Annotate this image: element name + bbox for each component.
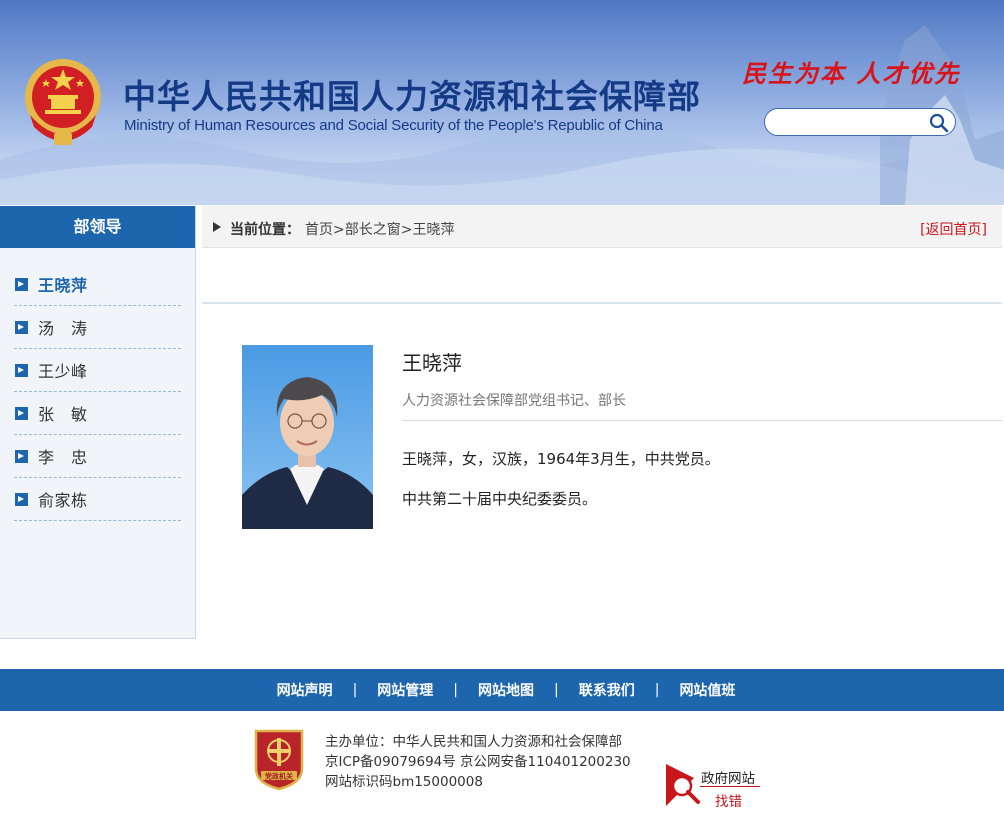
arrow-right-icon — [15, 277, 28, 291]
national-emblem-icon — [25, 59, 101, 145]
breadcrumb-current: 王晓萍 — [412, 222, 455, 238]
footer-nav-separator: | — [352, 682, 358, 698]
footer-link-duty[interactable]: 网站值班 — [679, 680, 735, 700]
sidebar-item-zhang-min[interactable]: 张 敏 — [14, 392, 181, 435]
breadcrumb-path: 首页>部长之窗>王晓萍 — [305, 219, 454, 239]
arrow-right-icon — [15, 406, 28, 420]
sidebar-item-label: 汤 涛 — [38, 319, 88, 338]
arrow-right-icon — [15, 492, 28, 506]
breadcrumb-home-link[interactable]: 首页 — [305, 222, 333, 238]
back-home-link[interactable]: [返回首页] — [920, 219, 987, 239]
sidebar-item-label: 王晓萍 — [38, 276, 88, 295]
sidebar-item-label: 李 忠 — [38, 448, 88, 467]
gov-badge-divider — [700, 786, 760, 787]
sidebar-item-li-zhong[interactable]: 李 忠 — [14, 435, 181, 478]
arrow-right-icon — [15, 449, 28, 463]
arrow-right-icon — [15, 363, 28, 377]
footer-link-statement[interactable]: 网站声明 — [277, 680, 333, 700]
sidebar-item-label: 张 敏 — [38, 405, 88, 424]
gov-site-error-badge[interactable]: 政府网站 找错 — [664, 762, 764, 810]
sidebar-item-wang-shaofeng[interactable]: 王少峰 — [14, 349, 181, 392]
search-box — [764, 108, 956, 136]
footer-nav-separator: | — [654, 682, 660, 698]
gov-site-error-icon — [666, 764, 700, 806]
breadcrumb-label: 当前位置： — [230, 222, 300, 238]
content-divider — [202, 302, 1002, 304]
gov-badge-line1: 政府网站 — [701, 771, 755, 787]
profile-bio-line: 王晓萍，女，汉族，1964年3月生，中共党员。 — [402, 450, 720, 468]
party-government-badge-icon[interactable]: 党政机关 — [252, 727, 306, 791]
breadcrumb: 当前位置： 首页>部长之窗>王晓萍 [返回首页] — [202, 206, 1002, 248]
sidebar-item-label: 王少峰 — [38, 362, 88, 381]
profile-photo — [242, 345, 373, 529]
site-title-cn: 中华人民共和国人力资源和社会保障部 — [123, 77, 701, 116]
profile-name: 王晓萍 — [402, 351, 462, 375]
arrow-right-icon — [15, 320, 28, 334]
footer-nav: 网站声明 | 网站管理 | 网站地图 | 联系我们 | 网站值班 — [0, 669, 1004, 711]
profile-divider — [402, 420, 1002, 421]
breadcrumb-separator: > — [333, 222, 345, 238]
gov-badge-line2: 找错 — [715, 794, 742, 810]
site-header: 中华人民共和国人力资源和社会保障部 Ministry of Human Reso… — [0, 0, 1004, 205]
footer-info: 主办单位：中华人民共和国人力资源和社会保障部 京ICP备09079694号 京公… — [325, 732, 631, 792]
search-icon[interactable] — [929, 113, 949, 133]
sidebar-list: 王晓萍 汤 涛 王少峰 张 敏 李 忠 俞家栋 — [0, 248, 195, 521]
sidebar-item-wang-xiaoping[interactable]: 王晓萍 — [14, 263, 181, 306]
footer-host: 主办单位：中华人民共和国人力资源和社会保障部 — [325, 734, 622, 750]
footer-nav-separator: | — [554, 682, 559, 698]
footer-link-management[interactable]: 网站管理 — [377, 680, 433, 700]
breadcrumb-section-link[interactable]: 部长之窗 — [345, 222, 401, 238]
footer-site-id: 网站标识码bm15000008 — [325, 774, 483, 790]
sidebar-title: 部领导 — [0, 206, 195, 248]
footer-icp: 京ICP备09079694号 京公网安备110401200230 — [325, 754, 631, 770]
profile-position: 人力资源社会保障部党组书记、部长 — [402, 393, 626, 409]
party-badge-text: 党政机关 — [265, 772, 293, 781]
footer-link-contact[interactable]: 联系我们 — [579, 680, 635, 700]
footer-nav-separator: | — [453, 682, 458, 698]
sidebar-item-yu-jiadong[interactable]: 俞家栋 — [14, 478, 181, 521]
triangle-right-icon — [213, 222, 221, 232]
sidebar: 部领导 王晓萍 汤 涛 王少峰 张 敏 李 忠 俞家栋 — [0, 206, 196, 639]
sidebar-item-tang-tao[interactable]: 汤 涛 — [14, 306, 181, 349]
breadcrumb-separator: > — [400, 222, 413, 238]
profile-bio-line: 中共第二十届中央纪委委员。 — [402, 490, 598, 508]
search-input[interactable] — [775, 113, 925, 131]
sidebar-item-label: 俞家栋 — [38, 491, 88, 510]
site-title-en: Ministry of Human Resources and Social S… — [124, 117, 663, 134]
header-slogan: 民生为本 人才优先 — [742, 59, 961, 88]
footer-link-sitemap[interactable]: 网站地图 — [478, 680, 534, 700]
